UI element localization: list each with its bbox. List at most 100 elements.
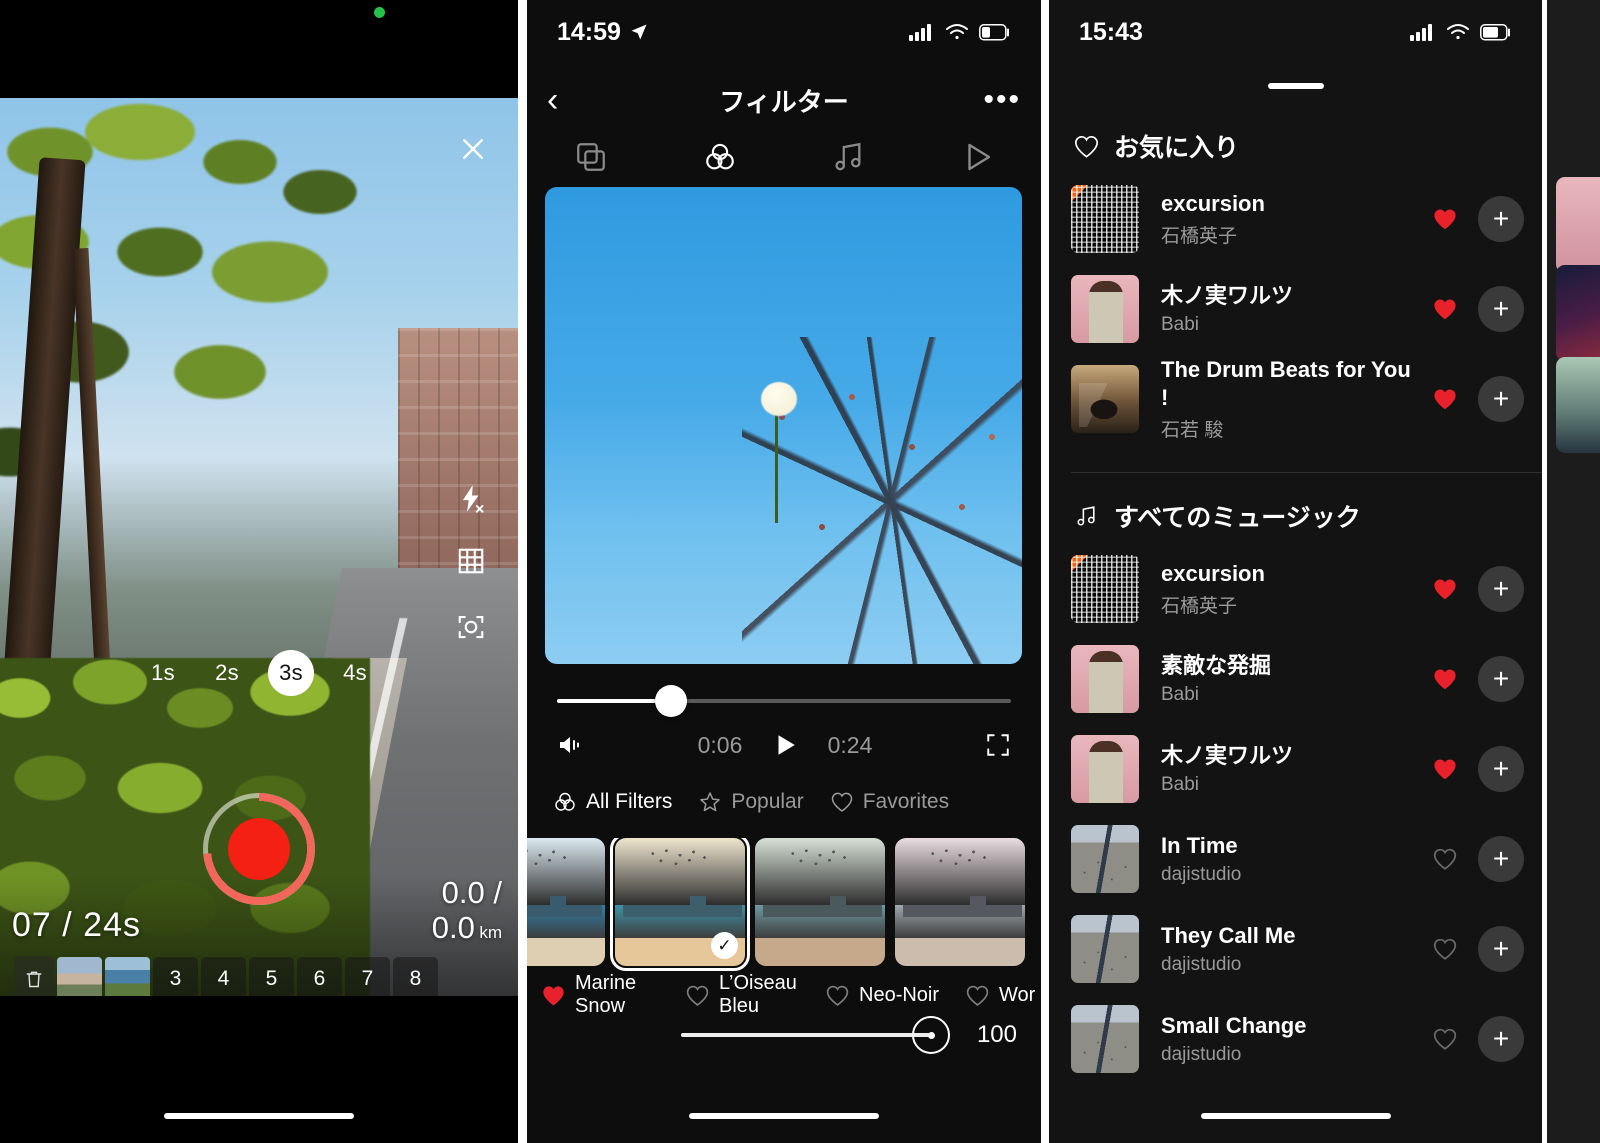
adjacent-screen-sliver bbox=[1547, 0, 1600, 1143]
clip-slot-4[interactable]: 4 bbox=[201, 957, 246, 1001]
filter-tab-popular[interactable]: Popular bbox=[698, 790, 804, 814]
add-track-button[interactable]: + bbox=[1478, 746, 1524, 792]
duration-option-1s[interactable]: 1s bbox=[140, 650, 186, 696]
track-title: excursion bbox=[1161, 560, 1265, 586]
clip-thumbnail-2[interactable] bbox=[105, 957, 150, 1001]
track-row[interactable]: 木ノ実ワルツ Babi + bbox=[1049, 724, 1542, 814]
tab-music[interactable] bbox=[784, 128, 913, 186]
add-track-button[interactable]: + bbox=[1478, 926, 1524, 972]
album-art bbox=[1071, 735, 1139, 803]
intensity-slider[interactable]: 100 bbox=[527, 1014, 1041, 1056]
favorite-heart-icon[interactable] bbox=[1418, 297, 1472, 321]
selected-check-icon: ✓ bbox=[711, 932, 738, 959]
clip-slot-3[interactable]: 3 bbox=[153, 957, 198, 1001]
clip-slot-5[interactable]: 5 bbox=[249, 957, 294, 1001]
filter-preset-label-group[interactable]: Neo-Noir bbox=[825, 984, 965, 1007]
close-icon[interactable] bbox=[446, 122, 500, 176]
video-preview[interactable] bbox=[545, 187, 1022, 664]
camera-flip-icon[interactable] bbox=[444, 600, 498, 654]
track-row[interactable]: The Drum Beats for You ! 石若 駿 + bbox=[1049, 354, 1542, 444]
nav-bar: ‹ フィルター ••• bbox=[527, 72, 1041, 128]
add-track-button[interactable]: + bbox=[1478, 1016, 1524, 1062]
location-arrow-icon bbox=[631, 24, 647, 40]
favorite-heart-icon[interactable] bbox=[1418, 207, 1472, 231]
track-row[interactable]: excursion 石橋英子 + bbox=[1049, 174, 1542, 264]
track-row[interactable]: 木ノ実ワルツ Babi + bbox=[1049, 264, 1542, 354]
battery-icon bbox=[1480, 23, 1510, 41]
camera-capture-screen: 1s 2s 3s 4s 07 / 24s 0.0 / 0.0 km 3 4 5 … bbox=[0, 0, 518, 1143]
filter-editor-screen: 14:59 ‹ フィルター ••• 0:06 0:24 All Filters … bbox=[527, 0, 1041, 1143]
filter-preset-label-group[interactable]: L’Oiseau Bleu bbox=[685, 972, 825, 1018]
tab-play[interactable] bbox=[913, 128, 1042, 186]
tab-filters[interactable] bbox=[656, 128, 785, 186]
duration-option-3s[interactable]: 3s bbox=[268, 650, 314, 696]
seek-bar[interactable] bbox=[557, 685, 1011, 717]
edge-album-art-3[interactable] bbox=[1556, 357, 1600, 453]
clip-slot-8[interactable]: 8 bbox=[393, 957, 438, 1001]
filter-favorite-icon[interactable] bbox=[965, 984, 990, 1007]
clip-slot-6[interactable]: 6 bbox=[297, 957, 342, 1001]
favorite-heart-icon[interactable] bbox=[1418, 667, 1472, 691]
duration-option-4s[interactable]: 4s bbox=[332, 650, 378, 696]
favorite-heart-icon[interactable] bbox=[1418, 937, 1472, 961]
favorite-heart-icon[interactable] bbox=[1418, 387, 1472, 411]
edge-album-art-2[interactable] bbox=[1556, 265, 1600, 361]
duration-option-2s[interactable]: 2s bbox=[204, 650, 250, 696]
album-art-corner-flag bbox=[1071, 555, 1088, 572]
fullscreen-icon[interactable] bbox=[985, 732, 1011, 758]
album-art bbox=[1071, 365, 1139, 433]
track-artist: dajistudio bbox=[1161, 1043, 1242, 1065]
grid-icon[interactable] bbox=[444, 534, 498, 588]
edge-album-art-1[interactable] bbox=[1556, 177, 1600, 273]
add-track-button[interactable]: + bbox=[1478, 196, 1524, 242]
seek-thumb[interactable] bbox=[654, 685, 687, 717]
track-row[interactable]: In Time dajistudio + bbox=[1049, 814, 1542, 904]
add-track-button[interactable]: + bbox=[1478, 376, 1524, 422]
back-button[interactable]: ‹ bbox=[547, 83, 587, 117]
record-button[interactable] bbox=[203, 793, 315, 905]
filter-preview-image bbox=[527, 838, 605, 966]
add-track-button[interactable]: + bbox=[1478, 656, 1524, 702]
filter-favorite-icon[interactable] bbox=[541, 984, 566, 1007]
clip-thumbnail-1[interactable] bbox=[57, 957, 102, 1001]
intensity-track[interactable] bbox=[681, 1016, 950, 1054]
filter-preset-card[interactable]: ✓ bbox=[610, 838, 750, 971]
favorite-heart-icon[interactable] bbox=[1418, 847, 1472, 871]
filter-tab-favorites[interactable]: Favorites bbox=[830, 790, 949, 814]
filter-preset-card[interactable] bbox=[527, 838, 605, 966]
track-title: In Time bbox=[1161, 833, 1238, 859]
sheet-grabber[interactable] bbox=[1267, 83, 1324, 89]
clip-slot-7[interactable]: 7 bbox=[345, 957, 390, 1001]
track-row[interactable]: They Call Me dajistudio + bbox=[1049, 904, 1542, 994]
intensity-knob[interactable] bbox=[912, 1016, 950, 1054]
track-row[interactable]: Small Change dajistudio + bbox=[1049, 994, 1542, 1084]
filter-preset-label: Neo-Noir bbox=[859, 983, 940, 1006]
favorite-heart-icon[interactable] bbox=[1418, 1027, 1472, 1051]
filter-favorite-icon[interactable] bbox=[825, 984, 850, 1007]
filter-preset-label-group[interactable]: Wor bbox=[965, 984, 1041, 1007]
filter-preset-card[interactable] bbox=[755, 838, 885, 966]
play-button[interactable] bbox=[763, 732, 807, 758]
tab-layers[interactable] bbox=[527, 128, 656, 186]
duration-selector[interactable]: 1s 2s 3s 4s bbox=[0, 650, 518, 696]
filter-tab-favorites-label: Favorites bbox=[862, 790, 950, 813]
add-track-button[interactable]: + bbox=[1478, 566, 1524, 612]
filter-preset-card[interactable] bbox=[895, 838, 1025, 966]
flash-off-icon[interactable] bbox=[444, 472, 498, 526]
filter-favorite-icon[interactable] bbox=[685, 984, 710, 1007]
track-row[interactable]: excursion 石橋英子 + bbox=[1049, 544, 1542, 634]
status-indicators bbox=[1410, 23, 1512, 41]
track-meta: excursion 石橋英子 bbox=[1139, 190, 1418, 248]
preview-sand bbox=[755, 937, 885, 966]
add-track-button[interactable]: + bbox=[1478, 286, 1524, 332]
filter-tab-all[interactable]: All Filters bbox=[553, 790, 672, 814]
album-art bbox=[1071, 915, 1139, 983]
favorite-heart-icon[interactable] bbox=[1418, 757, 1472, 781]
volume-icon[interactable] bbox=[557, 733, 585, 757]
filter-preset-label-group[interactable]: Marine Snow bbox=[541, 972, 685, 1018]
more-options-button[interactable]: ••• bbox=[983, 85, 1021, 115]
track-row[interactable]: 素敵な発掘 Babi + bbox=[1049, 634, 1542, 724]
status-time-group: 14:59 bbox=[557, 18, 649, 47]
add-track-button[interactable]: + bbox=[1478, 836, 1524, 882]
favorite-heart-icon[interactable] bbox=[1418, 577, 1472, 601]
